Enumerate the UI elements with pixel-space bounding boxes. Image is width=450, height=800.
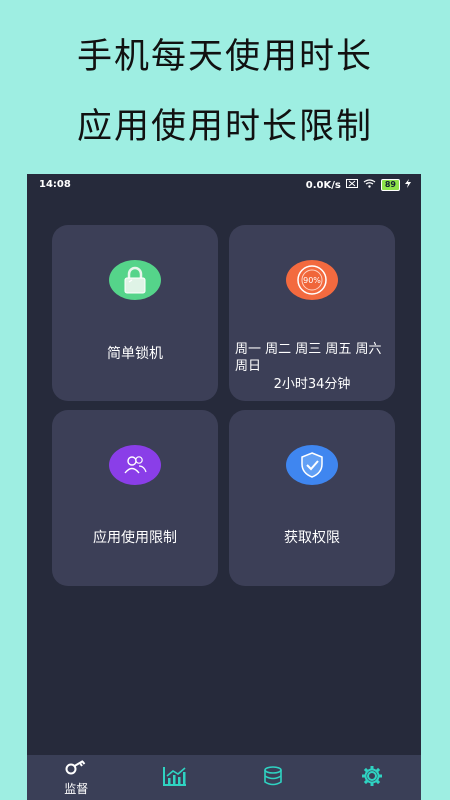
promo-title-2: 应用使用时长限制 [76, 107, 373, 147]
network-speed: 0.0K/s [305, 179, 341, 191]
app-limit-card[interactable]: 应用使用限制 [52, 410, 218, 586]
users-icon [109, 445, 161, 485]
gauge-icon: 90% [286, 260, 338, 300]
promo-title-1: 手机每天使用时长 [76, 37, 373, 77]
database-icon [263, 765, 283, 790]
status-right: 0.0K/s 89 [306, 179, 411, 191]
simple-lock-card[interactable]: 简单锁机 [52, 225, 218, 401]
battery-icon: 89 [380, 179, 400, 191]
usage-days: 周一 周二 周三 周五 周六 周日 [235, 342, 382, 374]
status-time: 14:08 [39, 179, 71, 190]
gauge-badge-text: 90% [303, 276, 321, 285]
get-permission-card[interactable]: 获取权限 [229, 410, 395, 586]
usage-duration: 2小时34分钟 [273, 377, 351, 392]
charging-icon [405, 179, 411, 191]
tab-settings[interactable] [323, 755, 422, 800]
gear-icon [360, 764, 384, 792]
get-permission-label: 获取权限 [284, 530, 340, 546]
bottom-tab-bar: 监督 [27, 755, 421, 800]
tab-stats[interactable] [126, 755, 225, 800]
tab-data[interactable] [224, 755, 323, 800]
chart-icon [162, 766, 187, 790]
phone-screen: 14:08 0.0K/s 89 简单锁机 90% 周一 周二 周三 周五 周六 … [27, 174, 421, 800]
tab-supervise-label: 监督 [64, 781, 89, 796]
status-bar: 14:08 0.0K/s 89 [27, 174, 421, 196]
key-icon [65, 759, 87, 779]
simple-lock-label: 简单锁机 [107, 346, 163, 362]
app-limit-label: 应用使用限制 [93, 530, 177, 546]
wifi-icon [363, 179, 376, 191]
usage-time-card[interactable]: 90% 周一 周二 周三 周五 周六 周日 2小时34分钟 [229, 225, 395, 401]
tab-supervise[interactable]: 监督 [27, 755, 126, 800]
sim-icon [345, 179, 358, 191]
lock-icon [109, 260, 161, 300]
shield-check-icon [286, 445, 338, 485]
